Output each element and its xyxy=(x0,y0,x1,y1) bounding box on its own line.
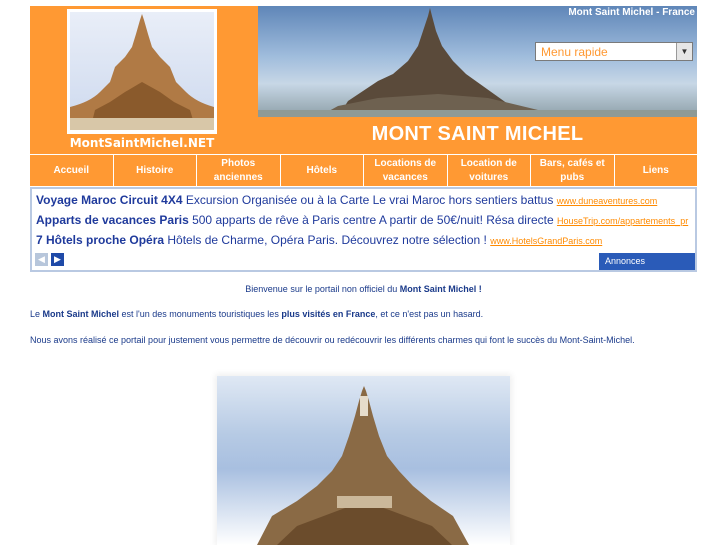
site-title: MONT SAINT MICHEL xyxy=(371,123,584,145)
ad-title[interactable]: Voyage Maroc Circuit 4X4 xyxy=(36,193,183,207)
chevron-down-icon[interactable]: ▼ xyxy=(676,43,692,60)
logo-photo xyxy=(70,12,214,130)
ad-url[interactable]: www.HotelsGrandParis.com xyxy=(490,236,602,246)
quick-menu-select[interactable]: Menu rapide ▼ xyxy=(535,42,693,61)
ad-item[interactable]: Apparts de vacances Paris 500 apparts de… xyxy=(36,213,688,227)
welcome-bold: Mont Saint Michel ! xyxy=(399,284,482,294)
p1-a: Le xyxy=(30,309,43,319)
quick-menu-label: Menu rapide xyxy=(541,45,608,59)
p1-e: , et ce n'est pas un hasard. xyxy=(375,309,484,319)
ad-item[interactable]: 7 Hôtels proche Opéra Hôtels de Charme, … xyxy=(36,233,602,247)
chevron-right-icon[interactable]: ▶ xyxy=(51,253,64,266)
mont-photo xyxy=(217,376,510,545)
intro-paragraph: Le Mont Saint Michel est l'un des monume… xyxy=(30,309,710,319)
ad-url[interactable]: HouseTrip.com/appartements_pr xyxy=(557,216,688,226)
mont-photo-illustration xyxy=(257,386,469,545)
p1-b: Mont Saint Michel xyxy=(42,309,120,319)
ad-item[interactable]: Voyage Maroc Circuit 4X4 Excursion Organ… xyxy=(36,193,657,207)
main-nav: Accueil Histoire Photos anciennes Hôtels… xyxy=(30,154,697,186)
ad-block: Voyage Maroc Circuit 4X4 Excursion Organ… xyxy=(30,187,697,286)
logo-mont-illustration xyxy=(70,14,214,130)
nav-item-liens[interactable]: Liens xyxy=(615,155,698,186)
nav-item-hotels[interactable]: Hôtels xyxy=(281,155,364,186)
nav-item-photos-anciennes[interactable]: Photos anciennes xyxy=(197,155,281,186)
nav-item-location-voitures[interactable]: Location de voitures xyxy=(448,155,531,186)
site-location: Mont Saint Michel - France xyxy=(568,7,695,18)
p1-c: est l'un des monuments touristiques les xyxy=(119,309,282,319)
nav-item-bars-cafes-pubs[interactable]: Bars, cafés et pubs xyxy=(531,155,615,186)
nav-item-accueil[interactable]: Accueil xyxy=(30,155,114,186)
nav-item-locations-vacances[interactable]: Locations de vacances xyxy=(364,155,448,186)
welcome-prefix: Bienvenue sur le portail non officiel du xyxy=(245,284,400,294)
ad-url[interactable]: www.duneaventures.com xyxy=(557,196,658,206)
ad-text: Hôtels de Charme, Opéra Paris. Découvrez… xyxy=(164,233,491,247)
ad-badge-prefix: Annonces xyxy=(605,256,646,266)
site-header: MontSaintMichel.NET Mont Saint Michel - … xyxy=(30,6,697,154)
ad-text: Excursion Organisée ou à la Carte Le vra… xyxy=(182,193,557,207)
mont-silhouette xyxy=(258,8,697,117)
welcome-text: Bienvenue sur le portail non officiel du… xyxy=(0,284,727,294)
nav-item-histoire[interactable]: Histoire xyxy=(114,155,197,186)
google-ads-badge[interactable]: Annonces Google xyxy=(599,253,695,286)
chevron-left-icon[interactable]: ◀ xyxy=(35,253,48,266)
description-paragraph: Nous avons réalisé ce portail pour juste… xyxy=(30,335,635,345)
banner-photo: Mont Saint Michel - France xyxy=(258,6,697,117)
page-wrapper: MontSaintMichel.NET Mont Saint Michel - … xyxy=(30,6,697,286)
ad-text: 500 apparts de rêve à Paris centre A par… xyxy=(188,213,557,227)
p1-d: plus visités en France xyxy=(281,309,376,319)
ad-title[interactable]: Apparts de vacances Paris xyxy=(36,213,189,227)
logo-text: MontSaintMichel.NET xyxy=(67,132,217,152)
ad-title[interactable]: 7 Hôtels proche Opéra xyxy=(36,233,164,247)
site-logo[interactable]: MontSaintMichel.NET xyxy=(67,9,217,152)
